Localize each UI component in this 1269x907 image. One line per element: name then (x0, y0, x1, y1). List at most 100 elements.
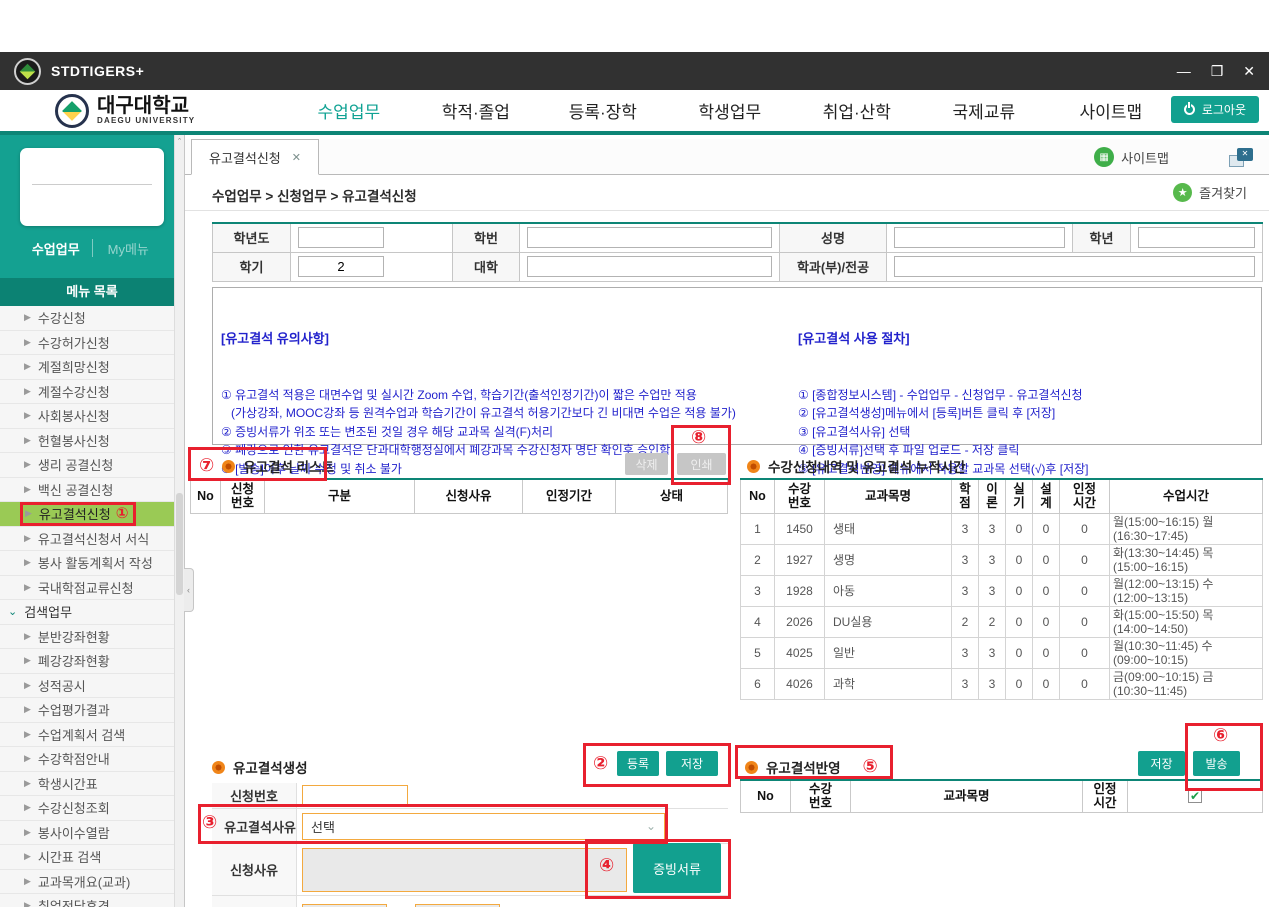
sidebar-item[interactable]: ▶수강허가신청 (0, 331, 184, 356)
sidebar-tab-mymenu[interactable]: My메뉴 (93, 239, 165, 258)
maximize-icon[interactable]: ❒ (1211, 64, 1224, 78)
sidebar-item[interactable]: ▶학생시간표 (0, 772, 184, 797)
section-bullet-icon (222, 460, 235, 473)
evidence-button[interactable]: 증빙서류 (633, 843, 721, 893)
table-row[interactable]: 11450생태33000월(15:00~16:15) 월(16:30~17:45… (741, 513, 1263, 544)
table-cell: 화(13:30~14:45) 목(15:00~16:15) (1110, 544, 1263, 575)
scrollbar-thumb[interactable] (176, 493, 183, 595)
sidebar-item[interactable]: ▶계절희망신청 (0, 355, 184, 380)
nav-item[interactable]: 국제교류 (920, 98, 1047, 123)
sidebar-item[interactable]: ▶시간표 검색 (0, 845, 184, 870)
sidebar-menu: ▶수강신청▶수강허가신청▶계절희망신청▶계절수강신청▶사회봉사신청▶헌혈봉사신청… (0, 306, 184, 907)
nav-item[interactable]: 사이트맵 (1047, 98, 1174, 123)
table-row[interactable]: 21927생명33000화(13:30~14:45) 목(15:00~16:15… (741, 544, 1263, 575)
apply-save-button[interactable]: 저장 (1138, 751, 1185, 776)
sidebar-item[interactable]: ▶교과목개요(교과) (0, 870, 184, 895)
send-button[interactable]: 발송 (1193, 751, 1240, 776)
grade-input[interactable] (1138, 227, 1255, 248)
sidebar-item[interactable]: ▶취업전담후견 (0, 894, 184, 907)
tab-close-icon[interactable]: ✕ (292, 151, 301, 164)
sidebar-item[interactable]: ▶수업평가결과 (0, 698, 184, 723)
tab-strip: 유고결석신청 ✕ ▦ 사이트맵 ✕ (185, 139, 1269, 175)
year-input[interactable] (298, 227, 384, 248)
annotation-3: ③ (202, 814, 217, 832)
table-row[interactable]: 64026과학33000금(09:00~10:15) 금(10:30~11:45… (741, 668, 1263, 699)
table-cell: 2 (979, 606, 1006, 637)
logout-button[interactable]: 로그아웃 (1171, 96, 1259, 123)
sidebar-item[interactable]: ▶성적공시 (0, 674, 184, 699)
field-label-college: 대학 (453, 252, 520, 281)
table-cell: 금(09:00~10:15) 금(10:30~11:45) (1110, 668, 1263, 699)
sidebar-collapse-handle[interactable]: ‹ (184, 568, 194, 612)
period-start-input[interactable] (302, 904, 387, 907)
sidebar-item[interactable]: ⌄검색업무 (0, 600, 184, 625)
top-navbar: 대구대학교 DAEGU UNIVERSITY 수업업무학적·졸업등록·장학학생업… (0, 90, 1269, 131)
nav-item[interactable]: 취업·산학 (793, 98, 920, 123)
sitemap-link[interactable]: ▦ 사이트맵 (1094, 147, 1169, 167)
table-cell: 생명 (825, 544, 952, 575)
print-button[interactable]: 인쇄 (677, 453, 726, 475)
column-header: No (191, 479, 221, 513)
sidebar-item[interactable]: ▶국내학점교류신청 (0, 576, 184, 601)
select-all-checkbox[interactable]: ✔ (1188, 789, 1202, 803)
sidebar-item[interactable]: ▶사회봉사신청 (0, 404, 184, 429)
student-no-input[interactable] (527, 227, 772, 248)
field-label-semester: 학기 (213, 252, 291, 281)
delete-button[interactable]: 삭제 (625, 453, 668, 475)
sidebar-item[interactable]: ▶백신 공결신청 (0, 478, 184, 503)
table-cell: 3 (952, 513, 979, 544)
column-header: No (741, 479, 775, 513)
table-cell: 0 (1006, 668, 1033, 699)
period-end-input[interactable] (415, 904, 500, 907)
sidebar-item[interactable]: ▶유고결석신청서 서식 (0, 527, 184, 552)
minimize-icon[interactable]: — (1177, 64, 1191, 78)
close-icon[interactable]: ✕ (1243, 64, 1255, 78)
table-cell: 0 (1006, 513, 1033, 544)
university-seal-icon (55, 94, 89, 128)
column-header: 인정 시간 (1083, 780, 1128, 812)
sidebar-tab-work[interactable]: 수업업무 (20, 239, 92, 258)
sidebar-item[interactable]: ▶봉사이수열람 (0, 821, 184, 846)
close-all-tabs-icon[interactable]: ✕ (1229, 148, 1253, 167)
table-cell: 0 (1033, 606, 1060, 637)
sidebar-item[interactable]: ▶계절수강신청 (0, 380, 184, 405)
nav-item[interactable]: 학생업무 (666, 98, 793, 123)
sidebar-item[interactable]: ▶수강신청 (0, 306, 184, 331)
name-input[interactable] (894, 227, 1065, 248)
sidebar-item[interactable]: ▶수강신청조회 (0, 796, 184, 821)
sidebar-item[interactable]: ▶분반강좌현황 (0, 625, 184, 650)
favorites-link[interactable]: ★ 즐겨찾기 (1173, 183, 1247, 202)
table-row[interactable]: 42026DU실용22000화(15:00~15:50) 목(14:00~14:… (741, 606, 1263, 637)
sidebar-item[interactable]: ▶수업계획서 검색 (0, 723, 184, 748)
nav-item[interactable]: 등록·장학 (539, 98, 666, 123)
department-input[interactable] (894, 256, 1255, 277)
semester-input[interactable] (298, 256, 384, 277)
table-cell: 아동 (825, 575, 952, 606)
sidebar-item[interactable]: ▶수강학점안내 (0, 747, 184, 772)
arrow-right-icon: ▶ (24, 851, 31, 862)
sidebar-item[interactable]: ▶헌혈봉사신청 (0, 429, 184, 454)
reason-type-select[interactable]: 선택 ⌄ (302, 813, 665, 840)
sidebar-item[interactable]: ▶폐강강좌현황 (0, 649, 184, 674)
create-save-button[interactable]: 저장 (666, 751, 718, 776)
nav-item[interactable]: 학적·졸업 (412, 98, 539, 123)
scroll-up-icon[interactable]: ⌃ (175, 137, 184, 145)
table-cell: 0 (1006, 544, 1033, 575)
college-input[interactable] (527, 256, 772, 277)
tab-absence-application[interactable]: 유고결석신청 ✕ (191, 139, 319, 175)
reason-type-label: 유고결석사유 (212, 809, 297, 843)
table-row[interactable]: 31928아동33000월(12:00~13:15) 수(12:00~13:15… (741, 575, 1263, 606)
nav-item[interactable]: 수업업무 (285, 98, 412, 123)
column-header: 교과목명 (851, 780, 1083, 812)
notice-left-title: [유고결석 유의사항] (221, 330, 799, 349)
notice-line: ① 유고결석 적용은 대면수업 및 실시간 Zoom 수업, 학습기간(출석인정… (221, 386, 799, 405)
sidebar-item[interactable]: ▶생리 공결신청 (0, 453, 184, 478)
reason-textarea[interactable] (302, 848, 627, 892)
sidebar-item[interactable]: ▶유고결석신청① (0, 502, 184, 527)
sidebar-scrollbar[interactable]: ⌃ (174, 135, 184, 907)
register-button[interactable]: 등록 (617, 751, 659, 776)
app-no-input[interactable] (302, 785, 408, 807)
sidebar-item[interactable]: ▶봉사 활동계획서 작성 (0, 551, 184, 576)
column-header: 인정기간 (523, 479, 616, 513)
table-row[interactable]: 54025일반33000월(10:30~11:45) 수(09:00~10:15… (741, 637, 1263, 668)
